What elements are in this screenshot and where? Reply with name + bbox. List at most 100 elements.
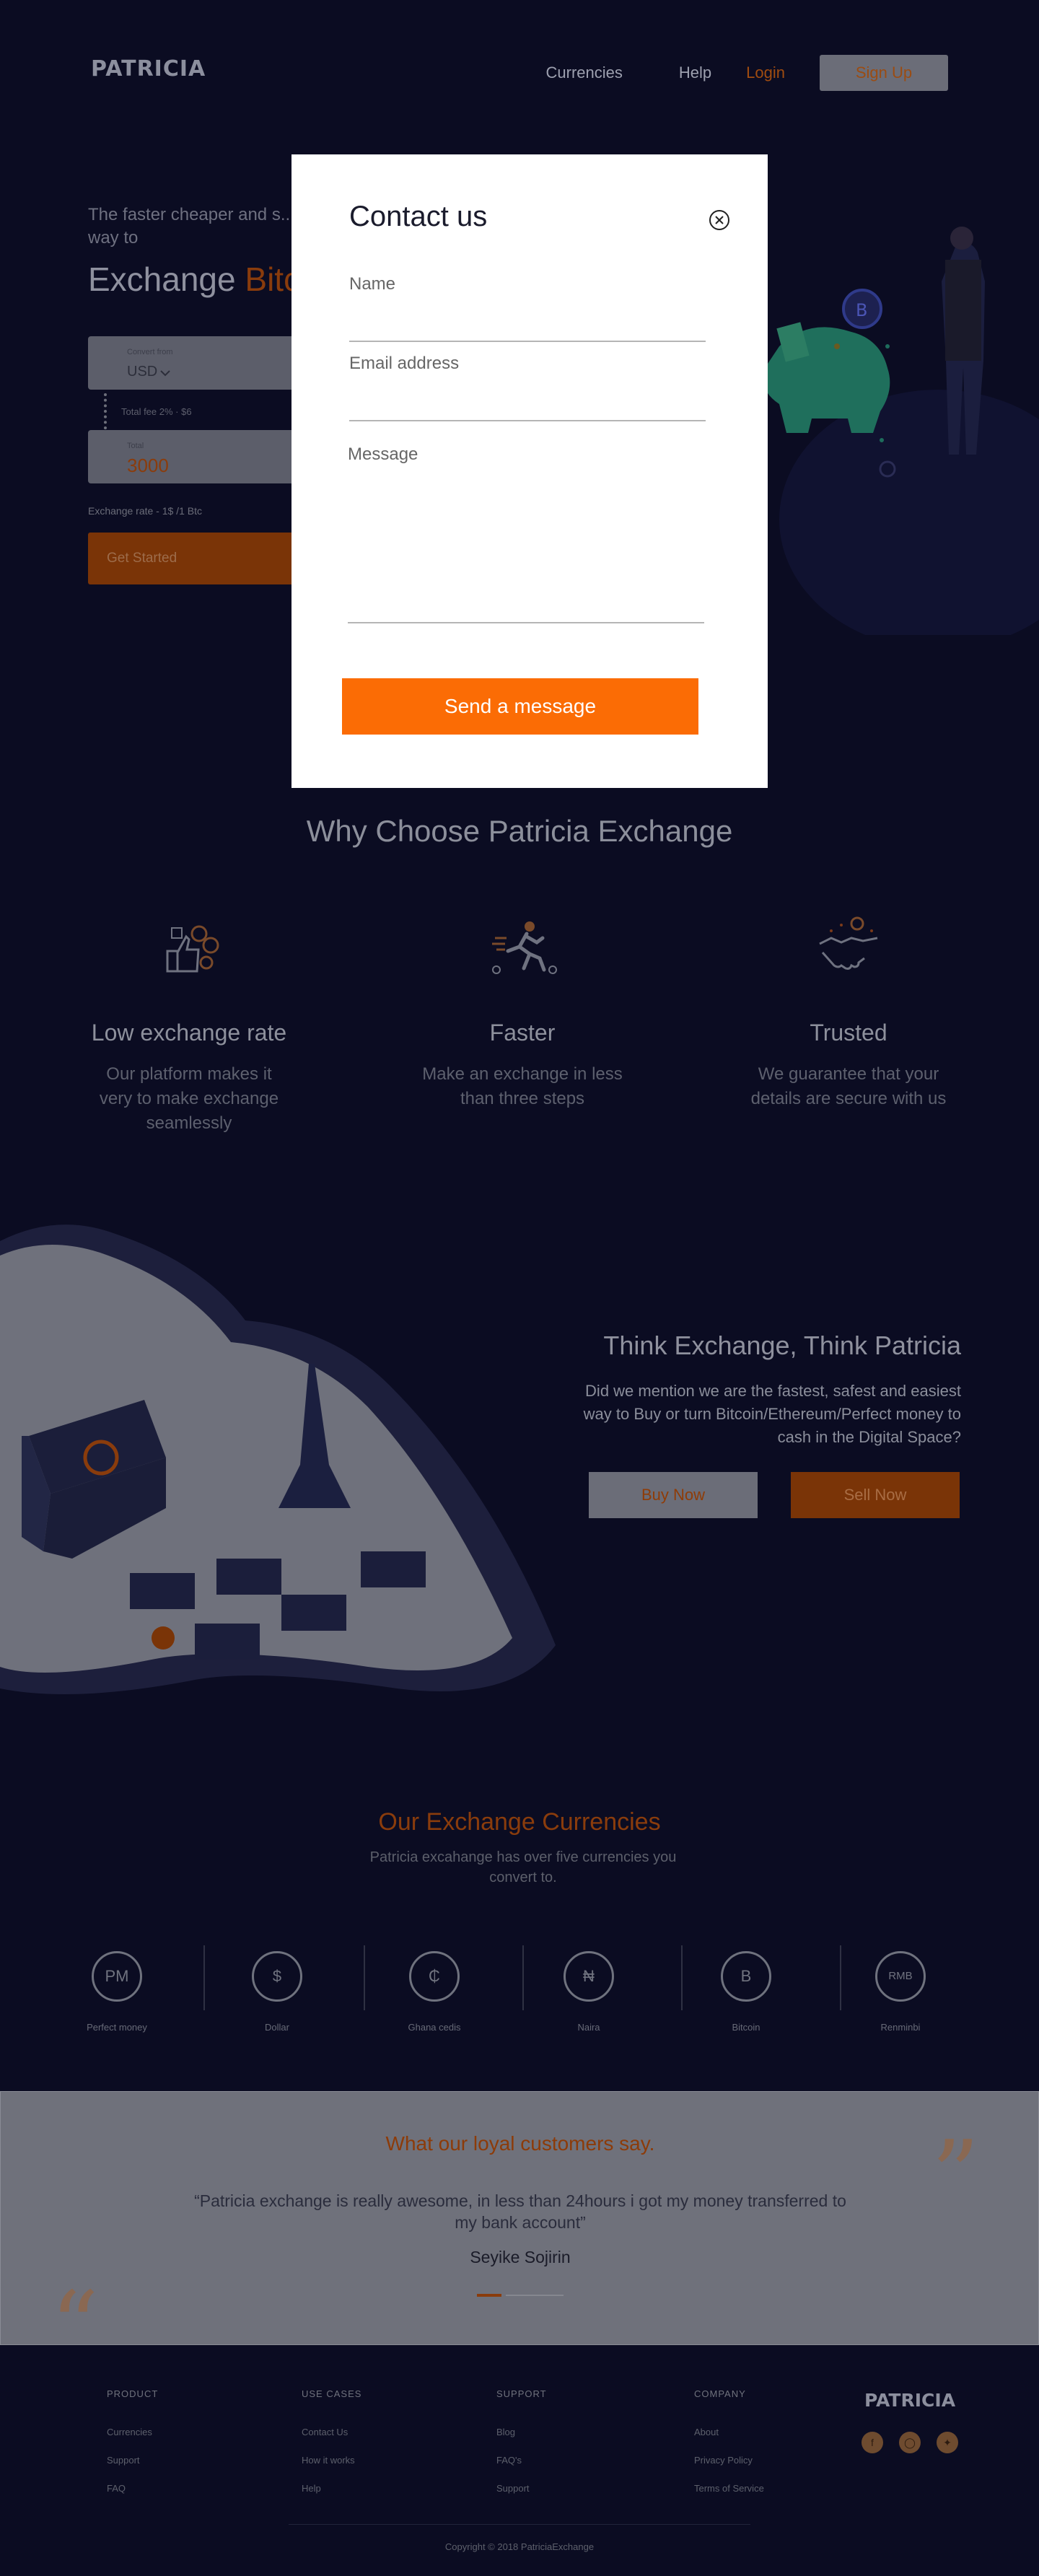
feature-faster-text: Make an exchange in less than three step… <box>422 1064 623 1108</box>
testimonial-title: What our loyal customers say. <box>385 2132 655 2155</box>
feature-low-rate-text: Our platform makes it very to make excha… <box>99 1064 279 1133</box>
twitter-icon[interactable]: ✦ <box>937 2432 958 2453</box>
close-quote-icon: ” <box>931 2120 980 2230</box>
footer-heading: USE CASES <box>302 2388 362 2399</box>
testimonial-author: Seyike Sojirin <box>470 2248 571 2266</box>
convert-from-select[interactable]: Convert from USD <box>88 336 304 390</box>
email-underline <box>349 420 706 421</box>
footer-link[interactable]: Terms of Service <box>694 2483 764 2494</box>
currency-name: Renminbi <box>880 2022 921 2033</box>
footer-logo[interactable]: PATRICIA <box>864 2390 955 2411</box>
sell-now-button[interactable]: Sell Now <box>791 1472 960 1518</box>
eiffel-isometric-illustration <box>0 1225 556 1694</box>
currency-name: Ghana cedis <box>408 2022 461 2033</box>
currency-renminbi[interactable]: RMB Renminbi <box>836 1951 965 2033</box>
footer-product-column: PRODUCT Currencies Support FAQ <box>107 2388 158 2511</box>
instagram-icon[interactable]: ◯ <box>899 2432 921 2453</box>
footer-use-cases-column: USE CASES Contact Us How it works Help <box>302 2388 361 2511</box>
think-exchange-title: Think Exchange, Think Patricia <box>603 1331 961 1360</box>
total-fee-text: Total fee 2% · $6 <box>121 406 192 417</box>
bitcoin-icon: B <box>721 1951 771 2002</box>
footer-link[interactable]: Blog <box>496 2427 547 2437</box>
chevron-down-icon <box>160 370 170 377</box>
currencies-title: Our Exchange Currencies <box>378 1808 661 1836</box>
footer-link[interactable]: Contact Us <box>302 2427 361 2437</box>
buy-now-button[interactable]: Buy Now <box>589 1472 758 1518</box>
thumbs-up-coins-icon <box>166 925 219 973</box>
footer-heading: SUPPORT <box>496 2388 547 2399</box>
hero-subtitle: The faster cheaper and s... way to <box>88 205 295 247</box>
copyright-text: Copyright © 2018 PatriciaExchange <box>444 2541 595 2552</box>
send-message-button[interactable]: Send a message <box>342 678 698 735</box>
footer-link[interactable]: Support <box>496 2483 547 2494</box>
footer-link[interactable]: FAQ's <box>496 2455 547 2466</box>
currency-divider <box>203 1945 205 2010</box>
feature-low-rate-title: Low exchange rate <box>91 1020 287 1046</box>
feature-faster: Faster Make an exchange in less than thr… <box>393 909 652 1111</box>
currency-name: Naira <box>577 2022 600 2033</box>
feature-trusted: Trusted We guarantee that your details a… <box>719 909 978 1111</box>
message-label: Message <box>348 444 418 464</box>
exchange-rate-text: Exchange rate - 1$ /1 Btc <box>88 505 202 517</box>
email-label: Email address <box>349 354 460 373</box>
facebook-icon[interactable]: f <box>862 2432 883 2453</box>
page-background: PATRICIA Currencies Help Login Sign Up T… <box>0 0 1039 2576</box>
renminbi-icon: RMB <box>875 1951 926 2002</box>
running-man-icon <box>492 921 557 974</box>
close-icon[interactable] <box>709 209 730 231</box>
currency-bitcoin[interactable]: B Bitcoin <box>681 1951 811 2033</box>
carousel-indicator-active[interactable] <box>477 2294 501 2297</box>
brand-logo[interactable]: PATRICIA <box>91 56 206 82</box>
amount-input[interactable]: Total 3000 <box>88 430 304 483</box>
name-input[interactable] <box>349 299 706 328</box>
currency-name: Bitcoin <box>732 2022 760 2033</box>
signup-button[interactable]: Sign Up <box>820 55 948 91</box>
message-textarea[interactable] <box>348 472 704 609</box>
message-underline <box>348 622 704 623</box>
currency-name: Dollar <box>265 2022 289 2033</box>
nav-currencies-link[interactable]: Currencies <box>546 63 623 82</box>
feature-trusted-title: Trusted <box>810 1020 887 1046</box>
email-input[interactable] <box>349 378 706 407</box>
top-nav: Currencies Help Login Sign Up <box>490 55 948 91</box>
handshake-icon <box>819 916 878 970</box>
footer-company-column: COMPANY About Privacy Policy Terms of Se… <box>694 2388 764 2511</box>
currency-dollar[interactable]: $ Dollar <box>212 1951 342 2033</box>
footer-link[interactable]: Privacy Policy <box>694 2455 764 2466</box>
footer-link[interactable]: FAQ <box>107 2483 158 2494</box>
footer-link[interactable]: Currencies <box>107 2427 158 2437</box>
hero-title: Exchange Bitc <box>88 260 300 299</box>
currency-name: Perfect money <box>87 2022 147 2033</box>
footer-divider <box>289 2524 750 2525</box>
amount-label: Total <box>127 442 144 450</box>
footer-support-column: SUPPORT Blog FAQ's Support <box>496 2388 547 2511</box>
modal-title: Contact us <box>349 201 488 232</box>
footer-heading: COMPANY <box>694 2388 746 2399</box>
naira-icon: ₦ <box>564 1951 614 2002</box>
footer-link[interactable]: How it works <box>302 2455 361 2466</box>
why-choose-title: Why Choose Patricia Exchange <box>306 814 733 848</box>
currency-divider <box>364 1945 365 2010</box>
currency-perfect-money[interactable]: PM Perfect money <box>52 1951 182 2033</box>
cedi-icon: ₵ <box>409 1951 460 2002</box>
footer-link[interactable]: About <box>694 2427 764 2437</box>
currency-naira[interactable]: ₦ Naira <box>524 1951 654 2033</box>
dollar-icon: $ <box>252 1951 302 2002</box>
convert-from-value: USD <box>127 364 158 380</box>
hero-title-prefix: Exchange <box>88 260 245 298</box>
open-quote-icon: ” <box>53 2221 101 2331</box>
currency-ghana-cedis[interactable]: ₵ Ghana cedis <box>369 1951 499 2033</box>
hero-illustration: B <box>763 227 1039 635</box>
nav-help-link[interactable]: Help <box>679 63 711 82</box>
amount-value: 3000 <box>127 455 169 476</box>
feature-low-rate: Low exchange rate Our platform makes it … <box>59 909 319 1136</box>
footer-link[interactable]: Support <box>107 2455 158 2466</box>
get-started-button[interactable]: Get Started <box>88 533 304 584</box>
name-label: Name <box>349 274 396 294</box>
nav-login-link[interactable]: Login <box>746 63 785 82</box>
name-underline <box>349 341 706 342</box>
carousel-indicator[interactable] <box>506 2295 564 2296</box>
feature-trusted-text: We guarantee that your details are secur… <box>750 1064 947 1108</box>
footer-link[interactable]: Help <box>302 2483 361 2494</box>
think-exchange-text: Did we mention we are the fastest, safes… <box>583 1382 961 1446</box>
